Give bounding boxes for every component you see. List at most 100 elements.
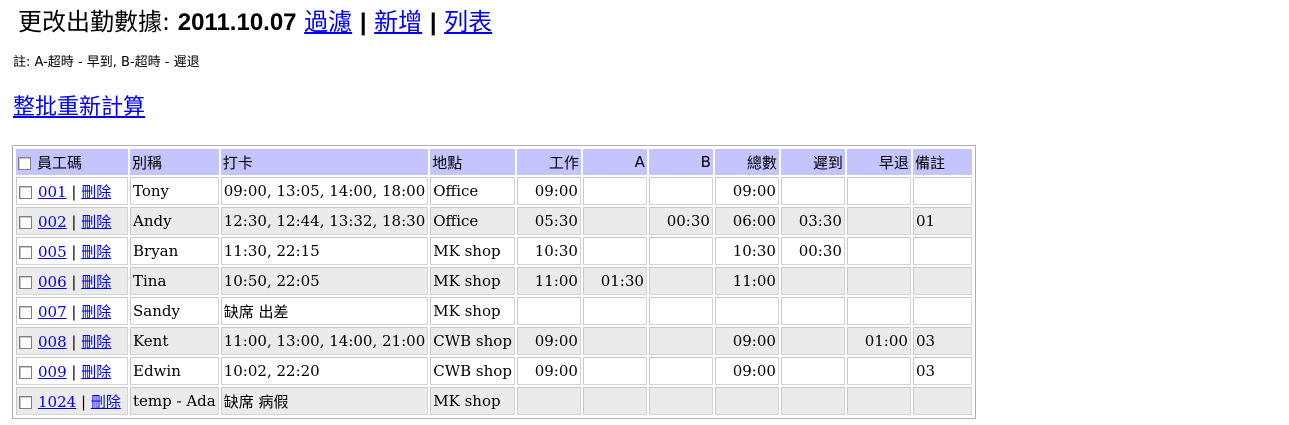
list-link[interactable]: 列表 [444, 8, 492, 36]
batch-recalculate-link[interactable]: 整批重新計算 [13, 89, 145, 121]
row-select-checkbox[interactable] [19, 216, 32, 229]
row-select-checkbox[interactable] [19, 396, 32, 409]
row-select-checkbox[interactable] [19, 186, 32, 199]
delete-link[interactable]: 刪除 [91, 393, 121, 411]
select-all-checkbox[interactable] [18, 156, 31, 170]
cell-code: 006 | 刪除 [16, 267, 128, 295]
table-row: 005 | 刪除 Bryan 11:30, 22:15 MK shop 10:30 10:… [16, 237, 972, 265]
page-title-label: 更改出勤數據: [18, 8, 171, 36]
delete-link[interactable]: 刪除 [81, 243, 111, 261]
cell-work: 09:00 [516, 177, 581, 205]
table-row: 008 | 刪除 Kent 11:00, 13:00, 14:00, 21:00 CW… [16, 327, 972, 355]
cell-name: Tina [130, 267, 219, 295]
delete-link[interactable]: 刪除 [81, 303, 111, 321]
employee-code-link[interactable]: 008 [38, 333, 67, 351]
cell-work [516, 297, 581, 325]
cell-code: 001 | 刪除 [16, 177, 128, 205]
column-header-b: B [648, 149, 713, 175]
cell-work: 09:00 [516, 327, 581, 355]
add-new-link[interactable]: 新增 [374, 8, 422, 36]
cell-location: Office [430, 207, 515, 235]
cell-code: 009 | 刪除 [16, 357, 128, 385]
cell-name: Tony [130, 177, 219, 205]
row-select-checkbox[interactable] [19, 306, 32, 319]
cell-total: 11:00 [714, 267, 779, 295]
link-separator: | [429, 9, 437, 36]
cell-b [648, 357, 713, 385]
cell-early [846, 387, 911, 415]
delete-link[interactable]: 刪除 [81, 273, 111, 291]
cell-code: 002 | 刪除 [16, 207, 128, 235]
cell-remark [912, 267, 972, 295]
cell-a [582, 177, 647, 205]
cell-b: 00:30 [648, 207, 713, 235]
cell-b [648, 387, 713, 415]
page-heading: 更改出勤數據: 2011.10.07 過濾 | 新增 | 列表 [18, 4, 492, 40]
cell-work [516, 387, 581, 415]
column-header-name: 別稱 [130, 149, 219, 175]
cell-late [780, 357, 845, 385]
attendance-table-container: 員工碼 別稱 打卡 地點 工作 A B 總數 遲到 早退 備註 001 | 刪除… [12, 145, 976, 419]
filter-link[interactable]: 過濾 [304, 8, 352, 36]
cell-name: Kent [130, 327, 219, 355]
link-separator: | [71, 182, 77, 201]
employee-code-link[interactable]: 006 [38, 273, 67, 291]
column-header-a: A [582, 149, 647, 175]
cell-total [714, 387, 779, 415]
column-header-code-label: 員工碼 [37, 153, 83, 172]
cell-punch-times: 09:00, 13:05, 14:00, 18:00 [220, 177, 429, 205]
table-row: 007 | 刪除 Sandy 缺席 出差 MK shop [16, 297, 972, 325]
row-select-checkbox[interactable] [19, 276, 32, 289]
cell-remark: 01 [912, 207, 972, 235]
table-row: 001 | 刪除 Tony 09:00, 13:05, 14:00, 18:00 Of… [16, 177, 972, 205]
cell-a [582, 237, 647, 265]
cell-location: Office [430, 177, 515, 205]
employee-code-link[interactable]: 002 [38, 213, 67, 231]
attendance-table: 員工碼 別稱 打卡 地點 工作 A B 總數 遲到 早退 備註 001 | 刪除… [14, 147, 974, 417]
table-row: 006 | 刪除 Tina 10:50, 22:05 MK shop 11:00 01:3… [16, 267, 972, 295]
employee-code-link[interactable]: 007 [38, 303, 67, 321]
cell-remark [912, 297, 972, 325]
cell-location: MK shop [430, 237, 515, 265]
cell-late [780, 327, 845, 355]
cell-early [846, 237, 911, 265]
cell-a [582, 357, 647, 385]
employee-code-link[interactable]: 009 [38, 363, 67, 381]
delete-link[interactable]: 刪除 [81, 363, 111, 381]
cell-a [582, 207, 647, 235]
row-select-checkbox[interactable] [19, 336, 32, 349]
cell-late [780, 387, 845, 415]
page-title-date: 2011.10.07 [177, 9, 297, 36]
cell-name: Edwin [130, 357, 219, 385]
cell-name: Sandy [130, 297, 219, 325]
link-separator: | [71, 302, 77, 321]
cell-total: 06:00 [714, 207, 779, 235]
cell-punch-times: 缺席 出差 [220, 297, 429, 325]
cell-late: 03:30 [780, 207, 845, 235]
cell-punch-times: 11:00, 13:00, 14:00, 21:00 [220, 327, 429, 355]
employee-code-link[interactable]: 001 [38, 183, 67, 201]
cell-a: 01:30 [582, 267, 647, 295]
link-separator: | [71, 332, 77, 351]
cell-punch-times: 10:50, 22:05 [220, 267, 429, 295]
cell-b [648, 237, 713, 265]
delete-link[interactable]: 刪除 [81, 333, 111, 351]
cell-name: Andy [130, 207, 219, 235]
cell-early [846, 207, 911, 235]
delete-link[interactable]: 刪除 [81, 213, 111, 231]
link-separator: | [80, 392, 87, 411]
employee-code-link[interactable]: 1024 [38, 393, 76, 411]
row-select-checkbox[interactable] [19, 246, 32, 259]
column-header-location: 地點 [430, 149, 515, 175]
cell-punch-times: 10:02, 22:20 [220, 357, 429, 385]
employee-code-link[interactable]: 005 [38, 243, 67, 261]
cell-a [582, 297, 647, 325]
row-select-checkbox[interactable] [19, 366, 32, 379]
link-separator: | [71, 362, 77, 381]
cell-early [846, 177, 911, 205]
cell-total: 09:00 [714, 327, 779, 355]
cell-name: Bryan [130, 237, 219, 265]
cell-early: 01:00 [846, 327, 911, 355]
delete-link[interactable]: 刪除 [81, 183, 111, 201]
cell-b [648, 267, 713, 295]
